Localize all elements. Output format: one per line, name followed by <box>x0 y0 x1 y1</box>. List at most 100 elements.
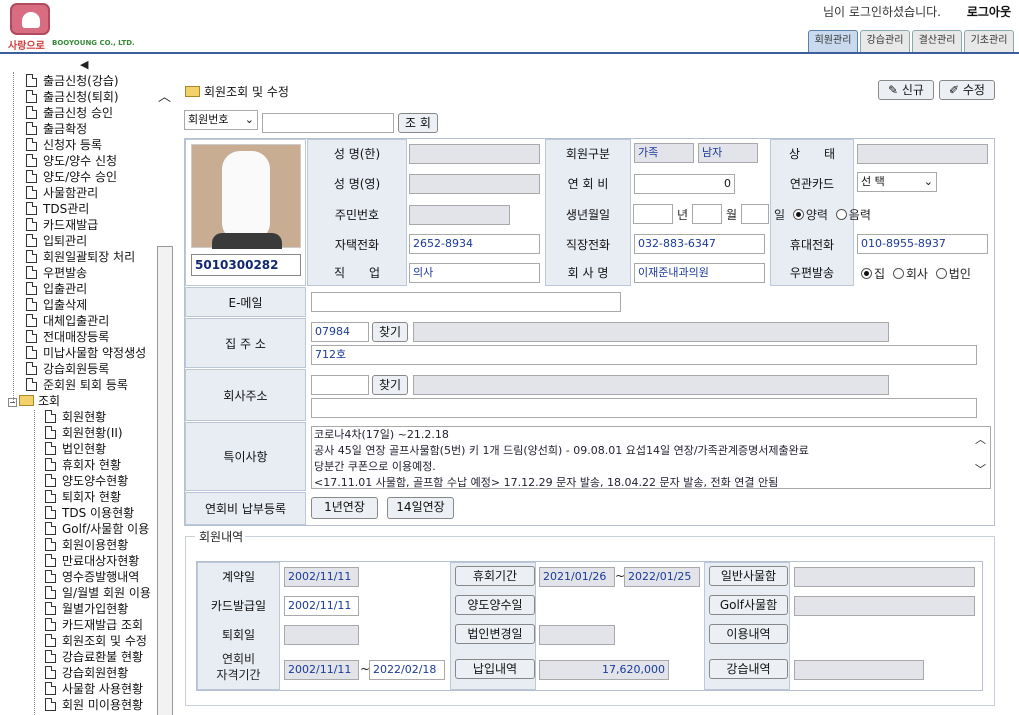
payment-history-button[interactable]: 납입내역 <box>455 659 535 679</box>
search-input[interactable] <box>262 113 394 133</box>
general-locker-button[interactable]: 일반사물함 <box>709 566 788 586</box>
gender-field[interactable]: 남자 <box>698 143 758 163</box>
sidebar-item[interactable]: TDS관리 <box>26 201 89 217</box>
logout-link[interactable]: 로그아웃 <box>967 3 1011 20</box>
mail-corp-radio[interactable] <box>935 268 947 279</box>
company-zip-field[interactable] <box>311 375 369 395</box>
tree-line <box>34 410 35 715</box>
sidebar-item[interactable]: 회원일괄퇴장 처리 <box>26 249 135 265</box>
sidebar-item[interactable]: 출금신청(강습) <box>26 73 119 89</box>
tab-member-management[interactable]: 회원관리 <box>808 30 858 52</box>
sidebar-item[interactable]: 입출관리 <box>26 281 87 297</box>
sidebar-item[interactable]: 출금신청 승인 <box>26 105 113 121</box>
sidebar-item[interactable]: 준회원 퇴회 등록 <box>26 377 128 393</box>
sidebar-item[interactable]: 회원조회 및 수정 <box>45 633 147 649</box>
job-field[interactable]: 의사 <box>409 263 540 283</box>
sidebar-item[interactable]: 신청자 등록 <box>26 137 102 153</box>
sidebar-item[interactable]: 미납사물함 약정생성 <box>26 345 146 361</box>
sidebar-item[interactable]: Golf/사물함 이용 <box>45 521 149 537</box>
search-button[interactable]: 조 회 <box>398 113 438 133</box>
sidebar-item[interactable]: 양도양수현황 <box>45 473 128 489</box>
remarks-textarea[interactable]: 코로나4차(17일) ~21.2.18 공사 45일 연장 골프사물함(5번) … <box>311 426 991 489</box>
mobile-field[interactable]: 010-8955-8937 <box>857 234 988 254</box>
sidebar-item[interactable]: 우편발송 <box>26 265 87 281</box>
name-kr-field[interactable] <box>409 144 540 164</box>
edit-button[interactable]: ✐ 수정 <box>939 80 995 100</box>
sidebar-item[interactable]: 강습회원등록 <box>26 361 109 377</box>
birth-day-input[interactable] <box>741 204 769 224</box>
company-addr2-field[interactable] <box>311 398 977 418</box>
work-phone-field[interactable]: 032-883-6347 <box>634 234 765 254</box>
extend-14day-button[interactable]: 14일연장 <box>387 497 454 519</box>
company-name-field[interactable]: 이재준내과의원 <box>634 263 765 283</box>
sidebar-item[interactable]: 카드재발급 조회 <box>45 617 143 633</box>
logo-text: 사랑으로 <box>8 41 45 52</box>
sidebar-item[interactable]: 회원현황(II) <box>45 425 123 441</box>
home-phone-field[interactable]: 2652-8934 <box>409 234 540 254</box>
resident-no-field[interactable] <box>409 205 510 225</box>
qual-to-field[interactable]: 2022/02/18 <box>369 660 445 680</box>
transfer-button[interactable]: 양도양수일 <box>455 595 535 615</box>
sidebar-item[interactable]: 법인현황 <box>45 441 106 457</box>
solar-radio[interactable] <box>792 209 804 220</box>
sidebar-item[interactable]: 사물함관리 <box>26 185 98 201</box>
sidebar-item[interactable]: 출금확정 <box>26 121 87 137</box>
lesson-history-button[interactable]: 강습내역 <box>709 659 788 679</box>
sidebar-item[interactable]: 대체입출관리 <box>26 313 109 329</box>
member-type-field[interactable]: 가족 <box>634 143 694 163</box>
sidebar-folder-query[interactable]: − 조회 <box>8 393 60 409</box>
tab-basic-management[interactable]: 기초관리 <box>964 30 1014 52</box>
tab-settlement-management[interactable]: 결산관리 <box>912 30 962 52</box>
sidebar-item[interactable]: 회원이용현황 <box>45 537 128 553</box>
sidebar-item[interactable]: 사물함 사용현황 <box>45 681 143 697</box>
sidebar-item[interactable]: TDS 이용현황 <box>45 505 134 521</box>
birth-month-input[interactable] <box>692 204 722 224</box>
sidebar-item[interactable]: 퇴회자 현황 <box>45 489 121 505</box>
sidebar-item[interactable]: 만료대상자현황 <box>45 553 139 569</box>
extend-1year-button[interactable]: 1년연장 <box>311 497 378 519</box>
sidebar-item[interactable]: 영수증발행내역 <box>45 569 139 585</box>
corp-change-button[interactable]: 법인변경일 <box>455 624 535 644</box>
lunar-radio[interactable] <box>835 209 847 220</box>
company-addr-find-button[interactable]: 찾기 <box>372 375 408 395</box>
company-addr1-field[interactable] <box>413 375 889 395</box>
home-addr-find-button[interactable]: 찾기 <box>372 322 408 342</box>
sidebar-item[interactable]: 휴회자 현황 <box>45 457 121 473</box>
sidebar-item[interactable]: 양도/양수 신청 <box>26 153 117 169</box>
usage-history-button[interactable]: 이용내역 <box>709 624 788 644</box>
new-button[interactable]: ✎ 신규 <box>878 80 934 100</box>
home-addr1-field[interactable] <box>413 322 889 342</box>
status-field[interactable] <box>857 144 988 164</box>
scrollbar-track[interactable] <box>157 246 173 715</box>
mail-home-radio[interactable] <box>861 268 872 279</box>
chevron-up-icon[interactable]: ︿ <box>158 86 171 105</box>
sidebar-item[interactable]: 카드재발급 <box>26 217 98 233</box>
sidebar-item[interactable]: 입퇴관리 <box>26 233 87 249</box>
search-type-select[interactable]: 회원번호 ⌄ <box>184 110 258 130</box>
collapse-icon[interactable]: − <box>8 398 17 407</box>
mail-company-radio[interactable] <box>892 268 904 279</box>
annual-fee-field[interactable]: 0 <box>634 174 735 194</box>
birth-year-input[interactable] <box>633 204 673 224</box>
golf-locker-button[interactable]: Golf사물함 <box>709 595 788 615</box>
tab-lesson-management[interactable]: 강습관리 <box>860 30 910 52</box>
sidebar-item[interactable]: 입출삭제 <box>26 297 87 313</box>
email-field[interactable] <box>311 292 621 312</box>
chevron-down-icon[interactable]: ﹀ <box>975 461 986 477</box>
sidebar-scrollbar[interactable]: ︿ <box>156 86 174 715</box>
sidebar-item[interactable]: 일/월별 회원 이용 <box>45 585 151 601</box>
related-card-select[interactable]: 선 택 ⌄ <box>857 172 937 192</box>
home-zip-field[interactable]: 07984 <box>311 322 369 342</box>
home-addr2-field[interactable]: 712호 <box>311 345 977 365</box>
sidebar-item[interactable]: 회원현황 <box>45 409 106 425</box>
leave-period-button[interactable]: 휴회기간 <box>455 566 535 586</box>
sidebar-item[interactable]: 전대매장등록 <box>26 329 109 345</box>
chevron-up-icon[interactable]: ︿ <box>975 431 986 447</box>
sidebar-item[interactable]: 강습회원현황 <box>45 665 128 681</box>
sidebar-item[interactable]: 회원 미이용현황 <box>45 697 143 713</box>
sidebar-item[interactable]: 월별가입현황 <box>45 601 128 617</box>
name-en-field[interactable] <box>409 174 540 194</box>
sidebar-item[interactable]: 출금신청(퇴회) <box>26 89 119 105</box>
sidebar-item[interactable]: 양도/양수 승인 <box>26 169 117 185</box>
sidebar-item[interactable]: 강습료환불 현황 <box>45 649 143 665</box>
